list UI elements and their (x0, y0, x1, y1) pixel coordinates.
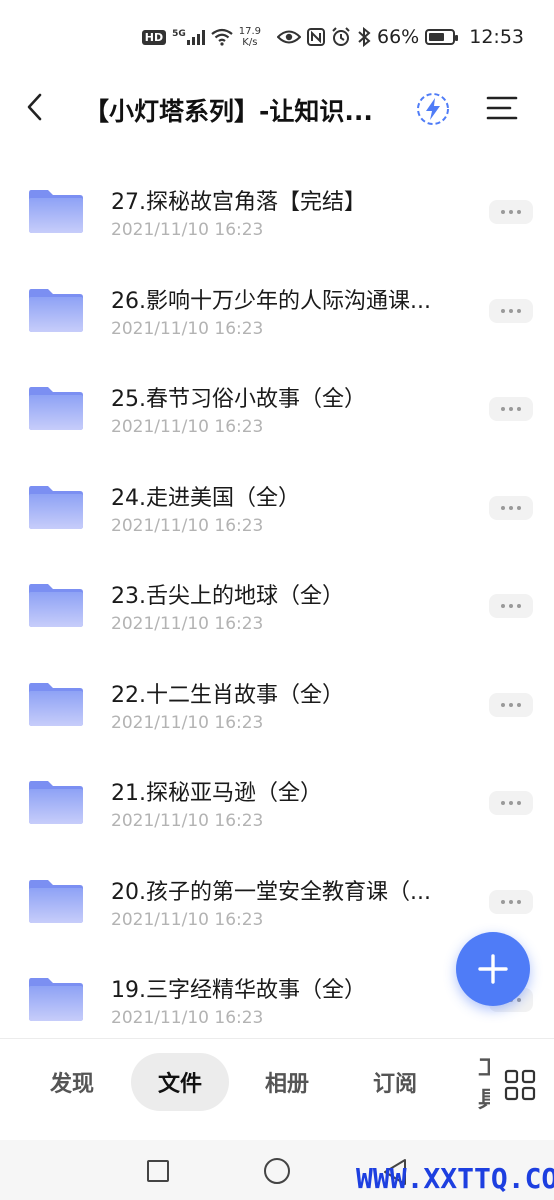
watermark-text: WWW.XXTTQ.COM (356, 1162, 554, 1195)
file-row[interactable]: 23.舌尖上的地球（全） 2021/11/10 16:23 (0, 546, 554, 645)
file-date: 2021/11/10 16:23 (111, 1008, 264, 1028)
folder-icon (29, 682, 83, 726)
file-row[interactable]: 21.探秘亚马逊（全） 2021/11/10 16:23 (0, 743, 554, 842)
more-options-button[interactable] (489, 200, 533, 224)
speed-unit: K/s (242, 37, 258, 48)
plus-icon (478, 954, 508, 984)
file-date: 2021/11/10 16:23 (111, 909, 264, 930)
file-date: 2021/11/10 16:23 (111, 318, 264, 339)
speed-value: 17.9 (238, 26, 261, 37)
file-name: 27.探秘故宫角落【完结】 (111, 190, 366, 215)
wifi-icon (211, 28, 233, 46)
file-date: 2021/11/10 16:23 (111, 614, 264, 634)
file-row[interactable]: 24.走进美国（全） 2021/11/10 16:23 (0, 448, 554, 547)
battery-icon (425, 29, 459, 45)
folder-icon (29, 387, 83, 430)
clock: 12:53 (469, 26, 524, 48)
file-name: 26.影响十万少年的人际沟通课... (111, 288, 431, 314)
nfc-icon (307, 28, 325, 46)
hd-badge: HD (141, 29, 167, 45)
tab-albums[interactable]: 相册 (238, 1053, 336, 1111)
file-row[interactable]: 26.影响十万少年的人际沟通课... 2021/11/10 16:23 (0, 251, 554, 350)
tab-subscriptions[interactable]: 订阅 (346, 1053, 444, 1111)
file-name: 22.十二生肖故事（全） (111, 682, 344, 708)
home-icon[interactable] (264, 1158, 290, 1184)
folder-icon (29, 879, 83, 923)
more-options-button[interactable] (489, 594, 533, 618)
more-options-button[interactable] (489, 495, 533, 520)
top-app-bar: 【小灯塔系列】-让知识... (0, 80, 554, 140)
file-date: 2021/11/10 16:23 (111, 515, 264, 536)
file-name: 24.走进美国（全） (111, 485, 300, 511)
file-date: 2021/11/10 16:23 (111, 417, 264, 437)
tab-files[interactable]: 文件 (131, 1053, 229, 1111)
file-row[interactable]: 20.孩子的第一堂安全教育课（... 2021/11/10 16:23 (0, 842, 554, 941)
file-name: 23.舌尖上的地球（全） (111, 584, 344, 609)
add-button[interactable] (456, 932, 530, 1006)
folder-icon (29, 584, 83, 627)
flash-transfer-icon[interactable] (416, 92, 450, 126)
more-options-button[interactable] (489, 791, 533, 815)
more-options-button[interactable] (489, 397, 533, 421)
eye-icon (277, 30, 301, 44)
file-date: 2021/11/10 16:23 (111, 712, 264, 733)
more-options-button[interactable] (489, 692, 533, 717)
cell-signal-icon: 5G (172, 29, 205, 45)
tab-discover[interactable]: 发现 (22, 1053, 122, 1111)
file-row[interactable]: 25.春节习俗小故事（全） 2021/11/10 16:23 (0, 349, 554, 448)
file-name: 19.三字经精华故事（全） (111, 978, 366, 1003)
network-speed: 17.9 K/s (239, 26, 261, 48)
more-options-button[interactable] (489, 298, 533, 323)
file-date: 2021/11/10 16:23 (111, 811, 264, 831)
file-name: 20.孩子的第一堂安全教育课（... (111, 879, 431, 905)
folder-icon (29, 485, 83, 529)
file-name: 25.春节习俗小故事（全） (111, 387, 366, 412)
bluetooth-icon (358, 27, 371, 47)
grid-icon[interactable] (504, 1069, 536, 1101)
battery-percent: 66% (377, 26, 420, 48)
file-name: 21.探秘亚马逊（全） (111, 781, 322, 806)
folder-icon (29, 978, 83, 1021)
alarm-icon (332, 27, 350, 46)
folder-icon (29, 781, 83, 824)
page-title: 【小灯塔系列】-让知识... (84, 97, 373, 126)
file-list: 27.探秘故宫角落【完结】 2021/11/10 16:23 26.影响十万少年… (0, 152, 554, 1038)
folder-icon (29, 190, 83, 233)
bottom-tab-bar: 发现 文件 相册 订阅 工具 (0, 1038, 554, 1134)
file-date: 2021/11/10 16:23 (111, 220, 264, 240)
network-type: 5G (172, 29, 186, 39)
file-row[interactable]: 27.探秘故宫角落【完结】 2021/11/10 16:23 (0, 152, 554, 251)
folder-icon (29, 288, 83, 332)
recent-apps-icon[interactable] (147, 1160, 169, 1182)
menu-icon[interactable] (486, 94, 518, 122)
status-bar: HD 5G 17.9 K/s 66% 12:53 (0, 0, 554, 80)
more-options-button[interactable] (489, 889, 533, 914)
back-arrow-icon[interactable] (20, 92, 50, 122)
file-row[interactable]: 22.十二生肖故事（全） 2021/11/10 16:23 (0, 645, 554, 744)
tab-tools[interactable]: 工具 (478, 1053, 490, 1111)
